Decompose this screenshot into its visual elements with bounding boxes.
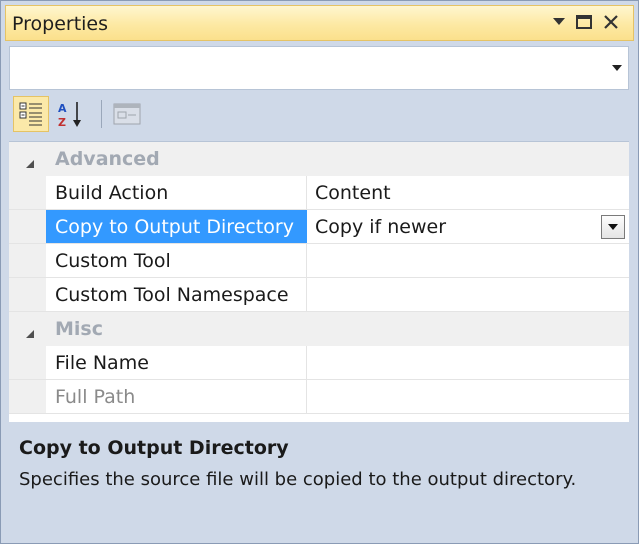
property-name-cell[interactable]: Build Action xyxy=(46,176,307,209)
svg-text:A: A xyxy=(58,102,67,115)
property-value-cell[interactable] xyxy=(307,278,629,311)
property-name: Copy to Output Directory xyxy=(55,216,294,238)
property-row[interactable]: File Name xyxy=(9,346,629,380)
maximize-icon[interactable] xyxy=(573,11,595,33)
properties-window: Properties A Z Advanced Build Action Con… xyxy=(0,0,639,544)
property-row[interactable]: Custom Tool xyxy=(9,244,629,278)
property-name-cell[interactable]: File Name xyxy=(46,346,307,379)
alphabetical-sort-icon: A Z xyxy=(58,102,81,128)
property-row-selected[interactable]: Copy to Output Directory Copy if newer xyxy=(9,210,629,244)
property-value-cell[interactable] xyxy=(307,380,629,413)
svg-text:Z: Z xyxy=(58,116,66,128)
property-grid: Advanced Build Action Content Copy to Ou… xyxy=(9,141,629,422)
category-row-misc[interactable]: Misc xyxy=(9,312,629,346)
property-value-cell[interactable] xyxy=(307,244,629,277)
collapse-triangle-icon[interactable] xyxy=(25,154,35,168)
object-selector[interactable] xyxy=(9,46,629,90)
property-name-cell[interactable]: Custom Tool xyxy=(46,244,307,277)
title-bar[interactable]: Properties xyxy=(5,5,634,41)
description-title: Copy to Output Directory xyxy=(19,437,289,459)
close-icon[interactable] xyxy=(600,11,622,33)
dropdown-arrow-icon xyxy=(608,224,618,230)
property-name-cell[interactable]: Custom Tool Namespace xyxy=(46,278,307,311)
property-row[interactable]: Build Action Content xyxy=(9,176,629,210)
dropdown-arrow-icon[interactable] xyxy=(611,62,623,74)
property-name: Custom Tool xyxy=(55,250,171,272)
categorized-icon xyxy=(19,102,42,126)
property-pages-button[interactable] xyxy=(109,96,145,132)
property-value-cell[interactable]: Copy if newer xyxy=(307,210,629,243)
alphabetical-button[interactable]: A Z xyxy=(53,96,89,132)
category-label: Advanced xyxy=(55,148,160,170)
categorized-button[interactable] xyxy=(13,96,49,132)
property-value-cell[interactable]: Content xyxy=(307,176,629,209)
property-toolbar: A Z xyxy=(9,93,629,137)
window-title: Properties xyxy=(12,13,109,35)
property-name-cell[interactable]: Copy to Output Directory xyxy=(46,210,307,243)
property-name: File Name xyxy=(55,352,149,374)
property-name: Custom Tool Namespace xyxy=(55,284,289,306)
category-label: Misc xyxy=(55,318,103,340)
property-value-cell[interactable] xyxy=(307,346,629,379)
collapse-triangle-icon[interactable] xyxy=(25,324,35,338)
property-value: Copy if newer xyxy=(315,216,447,238)
category-row-advanced[interactable]: Advanced xyxy=(9,142,629,176)
property-pages-icon xyxy=(113,103,141,125)
property-name: Full Path xyxy=(55,386,136,408)
property-row[interactable]: Full Path xyxy=(9,380,629,414)
property-name-cell[interactable]: Full Path xyxy=(46,380,307,413)
property-value: Content xyxy=(315,182,391,204)
window-position-icon[interactable] xyxy=(548,11,570,33)
value-dropdown-button[interactable] xyxy=(601,215,625,239)
description-pane: Copy to Output Directory Specifies the s… xyxy=(9,427,629,533)
property-row[interactable]: Custom Tool Namespace xyxy=(9,278,629,312)
description-text: Specifies the source file will be copied… xyxy=(19,469,577,490)
property-name: Build Action xyxy=(55,182,169,204)
toolbar-separator xyxy=(101,100,102,128)
